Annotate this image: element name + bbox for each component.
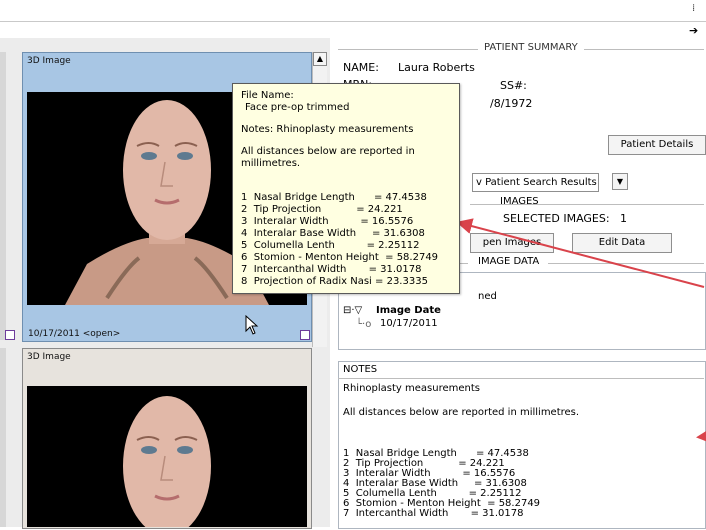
tooltip-distances: All distances below are reported in mill… (241, 146, 415, 169)
tooltip-notes: Notes: Rhinoplasty measurements (241, 124, 414, 135)
tooltip-file-name-label: File Name: (241, 90, 294, 101)
tooltip-measurement-1: 1 Nasal Bridge Length = 47.4538 (241, 192, 427, 203)
mouse-cursor-icon (245, 315, 259, 335)
tooltip-measurement-2: 2 Tip Projection = 24.221 (241, 204, 403, 215)
tooltip-measurement-5: 5 Columella Lenth = 2.25112 (241, 240, 420, 251)
tooltip-measurement-4: 4 Interalar Base Width = 31.6308 (241, 228, 425, 239)
tooltip-file-name-value: Face pre-op trimmed (245, 102, 350, 113)
tooltip-measurement-6: 6 Stomion - Menton Height = 58.2749 (241, 252, 439, 263)
annotation-arrow-2 (696, 427, 706, 444)
tooltip-measurement-3: 3 Interalar Width = 16.5576 (241, 216, 414, 227)
annotation-arrow-1 (456, 218, 705, 288)
tooltip-measurement-8: 8 Projection of Radix Nasi = 23.3335 (241, 276, 428, 287)
file-tooltip: File Name: Face pre-op trimmed Notes: Rh… (232, 83, 460, 294)
tooltip-measurement-7: 7 Intercanthal Width = 31.0178 (241, 264, 422, 275)
